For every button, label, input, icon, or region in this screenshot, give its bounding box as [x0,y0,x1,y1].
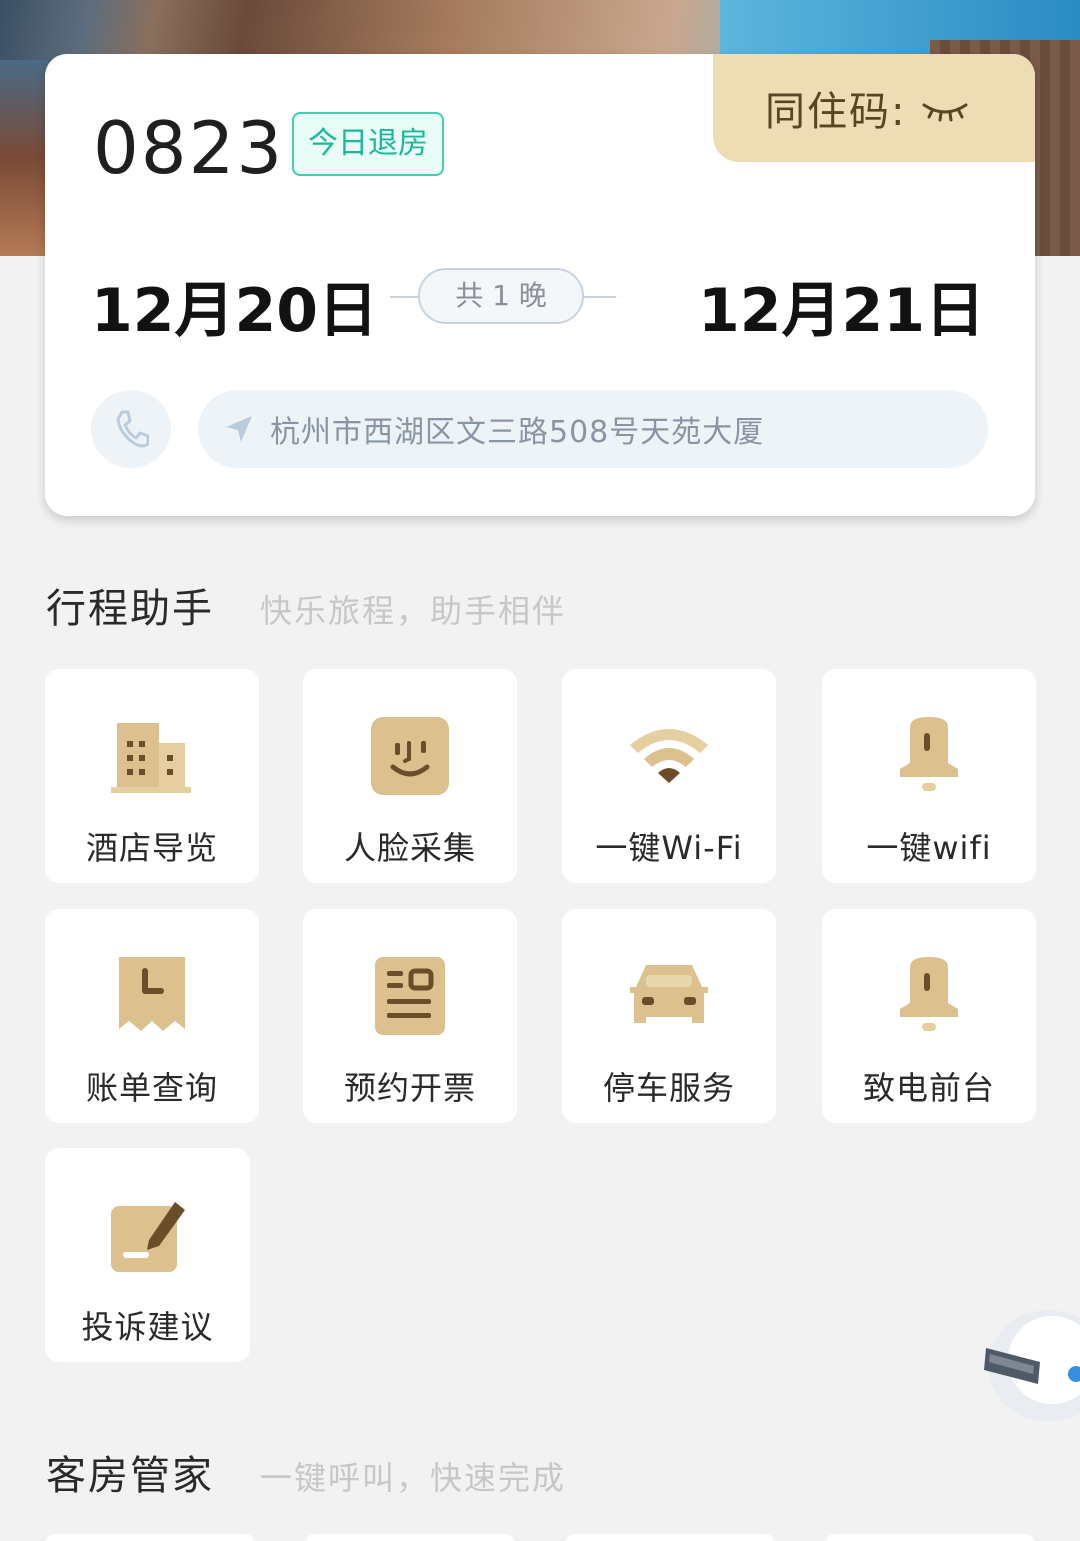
wifi-icon [630,729,708,783]
car-icon [630,965,708,1023]
building-icon [111,723,191,793]
tile-parking-service[interactable]: 停车服务 [562,909,776,1123]
booking-card: 同住码: 0823 今日退房 12月20日 共 1 晚 12月21日 杭州市西湖… [45,54,1035,516]
share-code-button[interactable]: 同住码: [713,54,1035,162]
hotel-address: 杭州市西湖区文三路508号天苑大厦 [270,415,765,450]
checkout-date: 12月21日 [698,276,985,346]
room-number: 0823 [93,106,285,190]
housekeeping-tile[interactable] [825,1534,1035,1541]
edit-icon [110,1202,185,1272]
tile-label: 酒店导览 [85,829,218,867]
tile-invoice-booking[interactable]: 预约开票 [303,909,517,1123]
share-code-label: 同住码: [765,89,907,135]
call-hotel-button[interactable] [91,390,171,468]
tile-label: 一键Wi-Fi [595,829,743,867]
tile-label: 账单查询 [85,1069,218,1107]
tile-label: 投诉建议 [81,1308,214,1346]
checkin-date: 12月20日 [91,276,378,346]
section-subtitle: 一键呼叫，快速完成 [260,1459,567,1497]
housekeeping-tile[interactable] [305,1534,515,1541]
tile-complaints-suggestions[interactable]: 投诉建议 [45,1148,250,1362]
banner-edge [0,60,50,256]
bell-icon [900,957,958,1031]
tile-label: 停车服务 [602,1069,735,1107]
face-icon [371,717,449,795]
housekeeping-section-header: 客房管家 一键呼叫，快速完成 [46,1443,566,1501]
tile-wifi-alt[interactable]: 一键wifi [822,669,1036,883]
invoice-icon [375,957,445,1035]
section-title: 客房管家 [46,1453,214,1499]
phone-icon [116,410,149,448]
address-navigate-button[interactable]: 杭州市西湖区文三路508号天苑大厦 [198,390,988,468]
status-badge: 今日退房 [292,112,444,176]
tile-wifi-one-click[interactable]: 一键Wi-Fi [562,669,776,883]
itinerary-section-header: 行程助手 快乐旅程，助手相伴 [46,576,566,634]
nights-count: 共 1 晚 [418,268,584,324]
tile-hotel-guide[interactable]: 酒店导览 [45,669,259,883]
robot-assistant-icon[interactable] [982,1304,1080,1422]
bell-icon [900,717,958,791]
navigation-arrow-icon [226,416,252,442]
tile-bill-query[interactable]: 账单查询 [45,909,259,1123]
section-subtitle: 快乐旅程，助手相伴 [260,592,567,630]
tile-label: 预约开票 [343,1069,476,1107]
tile-label: 人脸采集 [343,829,476,867]
section-title: 行程助手 [46,586,214,632]
housekeeping-tile[interactable] [45,1534,255,1541]
eye-closed-icon[interactable] [920,93,970,123]
tile-label: 一键wifi [866,829,992,867]
housekeeping-tile[interactable] [565,1534,775,1541]
tile-face-capture[interactable]: 人脸采集 [303,669,517,883]
tile-label: 致电前台 [862,1069,995,1107]
tile-call-front-desk[interactable]: 致电前台 [822,909,1036,1123]
receipt-icon [119,957,185,1031]
